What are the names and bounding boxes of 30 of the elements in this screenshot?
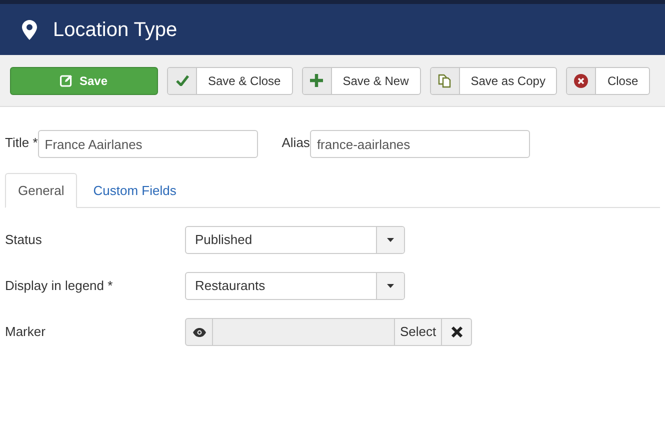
plus-icon: [310, 74, 324, 87]
field-label: Title *: [5, 134, 38, 152]
field-label: Display in legend *: [5, 277, 114, 296]
field-label: Marker: [5, 323, 46, 342]
clear-button[interactable]: [442, 318, 472, 346]
check-icon: [176, 75, 188, 86]
caret-icon: [387, 284, 394, 288]
map-pin-icon: [22, 20, 37, 40]
edit-icon: [60, 74, 74, 87]
toolbar-button[interactable]: Save as Copy: [430, 66, 558, 94]
close-button[interactable]: Close: [566, 66, 650, 94]
field-label: Status: [5, 231, 43, 250]
x-icon: [450, 326, 463, 338]
tab[interactable]: General: [5, 173, 78, 208]
tab[interactable]: Custom Fields: [81, 173, 188, 208]
preview-button[interactable]: [185, 318, 213, 346]
marker-field[interactable]: [213, 318, 394, 346]
toolbar-button[interactable]: Save & Close: [167, 66, 293, 94]
text-field[interactable]: France Aairlanes: [38, 130, 258, 158]
close-icon: [574, 74, 588, 88]
dropdown[interactable]: Restaurants: [185, 272, 405, 300]
page-title: Location Type: [53, 18, 178, 42]
dropdown[interactable]: Published: [185, 226, 405, 254]
text-field[interactable]: france-aairlanes: [310, 130, 530, 158]
copy-icon: [438, 74, 452, 88]
eye-icon: [192, 328, 206, 336]
caret-icon: [387, 238, 394, 242]
select-button[interactable]: Select: [394, 318, 442, 346]
field-label: Alias: [282, 134, 310, 152]
toolbar-button[interactable]: Save & New: [302, 66, 421, 94]
